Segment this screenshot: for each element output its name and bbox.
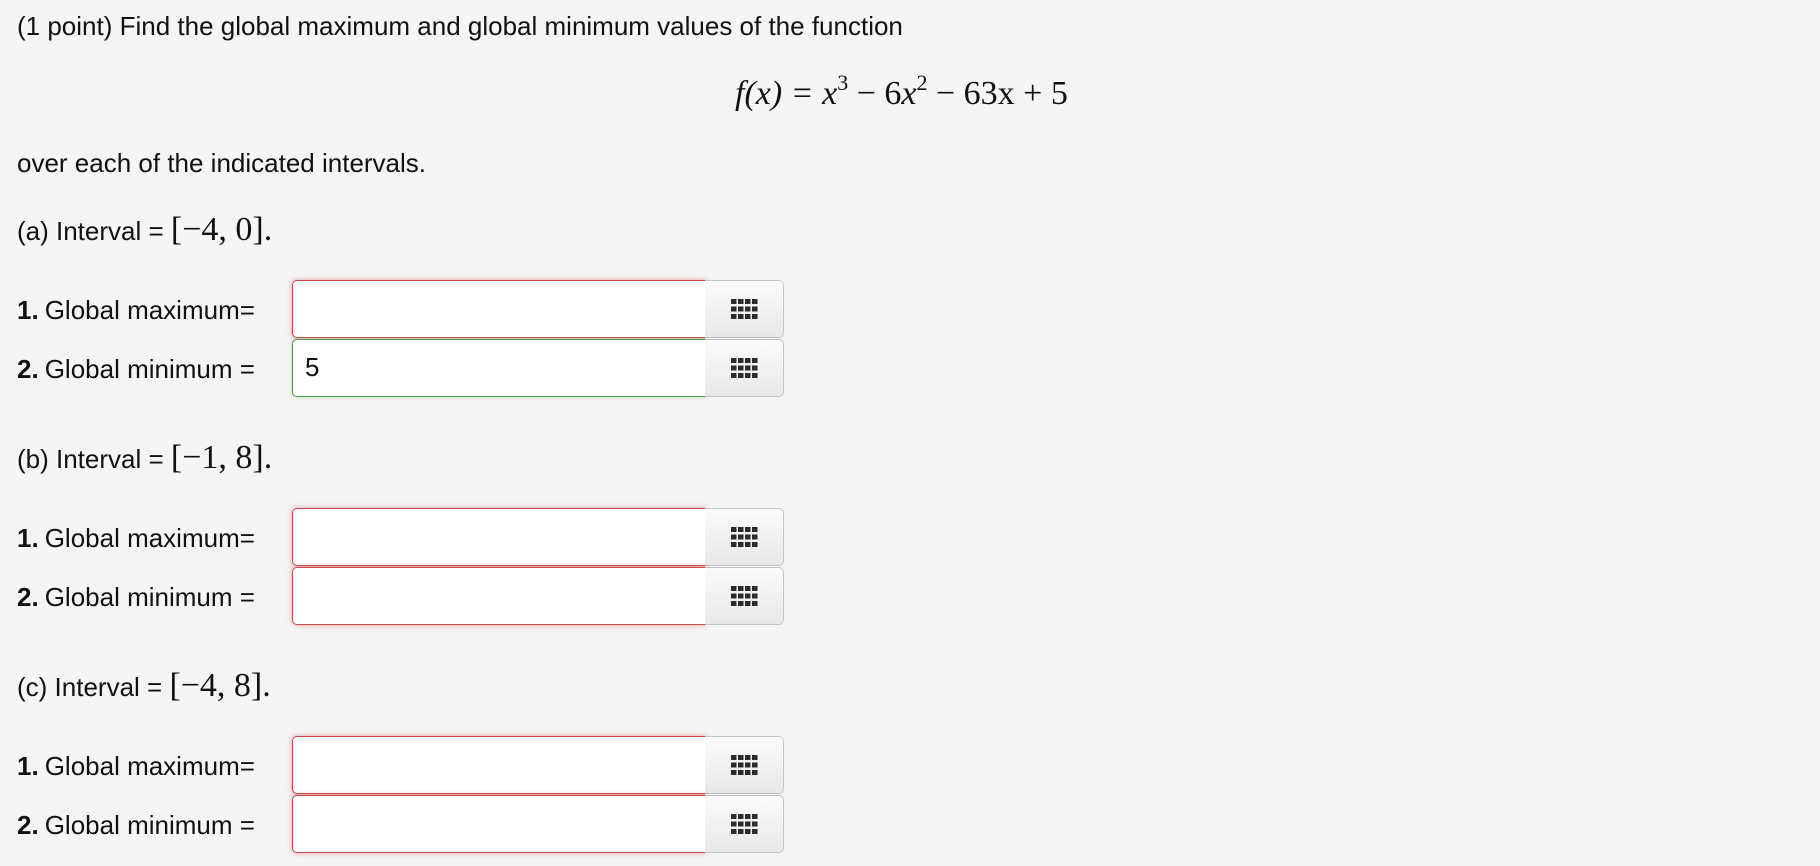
part-c-min-input[interactable] — [292, 795, 706, 853]
part-c-heading: (c) Interval = [−4, 8]. — [17, 667, 271, 704]
part-a-label: (a) Interval = — [17, 216, 171, 246]
formula-lhs: f(x) = — [735, 75, 823, 112]
grid-palette-icon — [731, 358, 758, 378]
part-b-label: (b) Interval = — [17, 444, 171, 474]
part-b-interval: [−1, 8]. — [170, 439, 273, 476]
part-c-max-input[interactable] — [292, 736, 706, 794]
part-c-row1-text: Global maximum= — [44, 751, 255, 781]
formula-minus1: − 6 — [848, 75, 902, 112]
part-a-row1-text: Global maximum= — [44, 295, 255, 325]
part-b-heading: (b) Interval = [−1, 8]. — [17, 439, 273, 476]
grid-palette-icon — [731, 586, 758, 606]
part-c-row2-num: 2. — [17, 810, 39, 840]
function-formula: f(x) = x3 − 6x2 − 63x + 5 — [735, 72, 1068, 116]
grid-palette-icon — [731, 755, 758, 775]
grid-palette-icon — [731, 299, 758, 319]
formula-term1-exp: 3 — [837, 70, 849, 95]
part-c-interval: [−4, 8]. — [169, 667, 271, 704]
part-a-min-palette-button[interactable] — [705, 339, 784, 397]
part-b-row2-label: 2. Global minimum = — [17, 581, 255, 613]
part-c-row1-num: 1. — [17, 751, 39, 781]
part-c-row1-label: 1. Global maximum= — [17, 750, 255, 782]
grid-palette-icon — [731, 527, 758, 547]
part-b-row1-label: 1. Global maximum= — [17, 522, 255, 554]
formula-rest: − 63x + 5 — [927, 75, 1068, 112]
part-a-row1-num: 1. — [17, 295, 39, 325]
part-a-row1-label: 1. Global maximum= — [17, 294, 255, 326]
part-b-min-palette-button[interactable] — [705, 567, 784, 625]
part-a-row2-text: Global minimum = — [44, 354, 255, 384]
part-b-row2-text: Global minimum = — [44, 582, 255, 612]
part-a-max-input[interactable] — [292, 280, 706, 338]
formula-term2-exp: 2 — [916, 70, 928, 95]
part-a-heading: (a) Interval = [−4, 0]. — [17, 211, 273, 248]
problem-intro: (1 point) Find the global maximum and gl… — [17, 11, 903, 41]
part-c-row2-label: 2. Global minimum = — [17, 809, 255, 841]
part-b-row1-num: 1. — [17, 523, 39, 553]
formula-term2-base: x — [901, 75, 917, 112]
part-b-max-palette-button[interactable] — [705, 508, 784, 566]
over-text: over each of the indicated intervals. — [17, 148, 427, 178]
part-a-max-palette-button[interactable] — [705, 280, 784, 338]
formula-term1-base: x — [822, 75, 838, 112]
part-a-row2-num: 2. — [17, 354, 39, 384]
part-b-min-input[interactable] — [292, 567, 706, 625]
part-b-row2-num: 2. — [17, 582, 39, 612]
part-b-row1-text: Global maximum= — [44, 523, 255, 553]
part-c-label: (c) Interval = — [17, 672, 170, 702]
part-c-max-palette-button[interactable] — [705, 736, 784, 794]
part-c-min-palette-button[interactable] — [705, 795, 784, 853]
part-c-row2-text: Global minimum = — [44, 810, 255, 840]
part-a-min-input[interactable]: 5 — [292, 339, 706, 397]
part-b-max-input[interactable] — [292, 508, 706, 566]
part-a-row2-label: 2. Global minimum = — [17, 353, 255, 385]
part-a-interval: [−4, 0]. — [170, 211, 273, 248]
grid-palette-icon — [731, 814, 758, 834]
